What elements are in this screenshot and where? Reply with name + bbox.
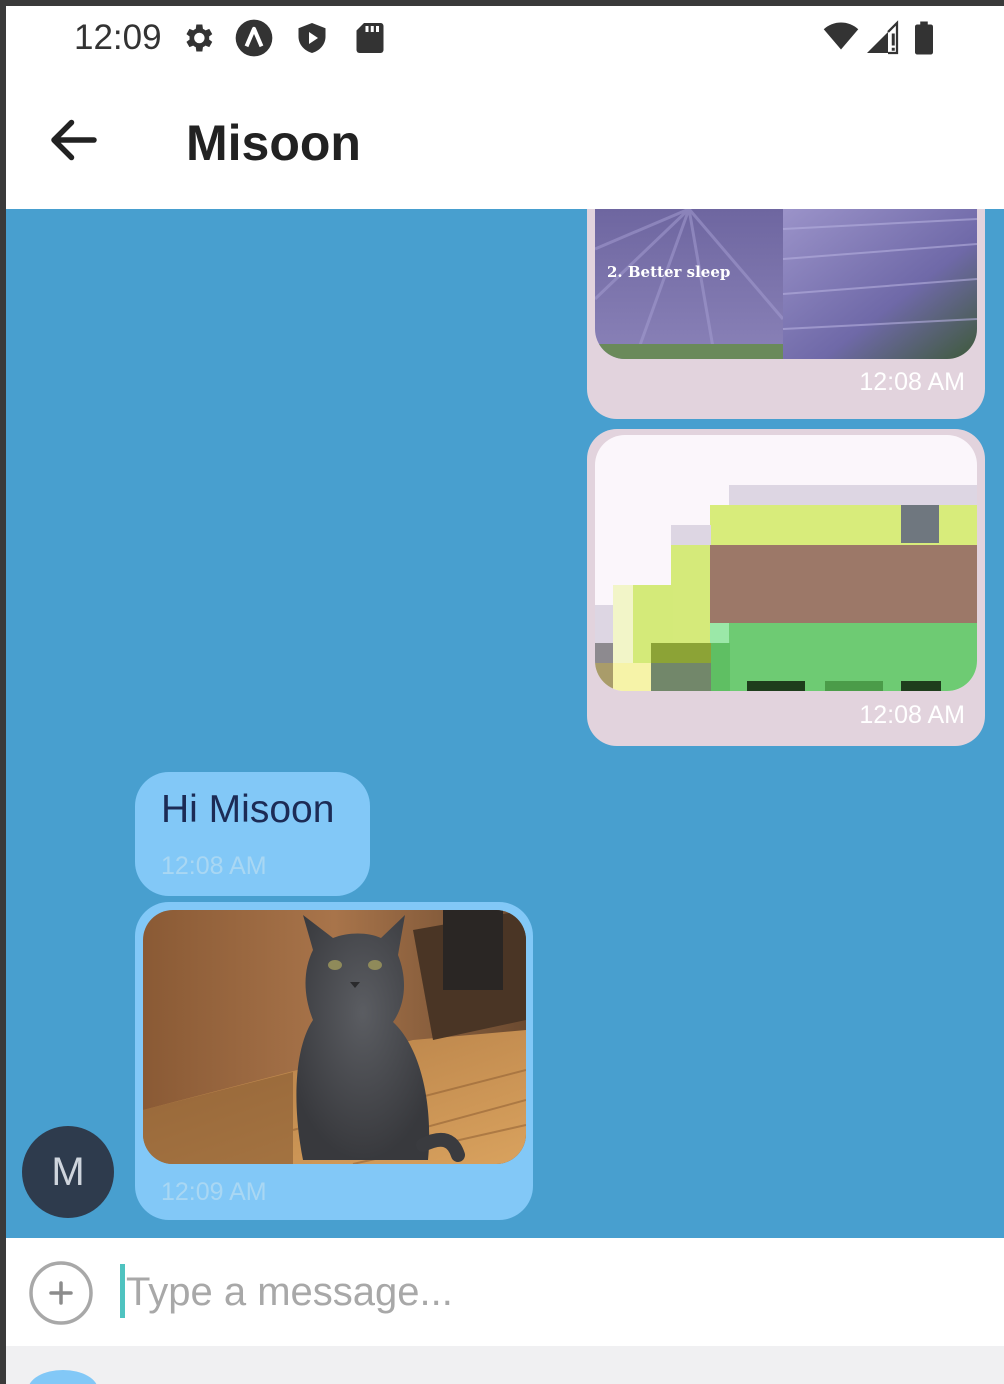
contact-avatar[interactable]: M — [22, 1126, 114, 1218]
message-composer — [6, 1238, 1004, 1346]
message-text: Hi Misoon — [161, 788, 335, 831]
app-a-icon — [235, 19, 273, 57]
image-caption: 2. Better sleep — [607, 263, 730, 281]
conversation-title: Misoon — [186, 115, 361, 171]
lavender-image[interactable]: 2. Better sleep — [595, 209, 977, 359]
chat-area[interactable]: 2. Better sleep 12:08 AM 12:08 AM Hi Mis… — [6, 209, 1004, 1238]
settings-icon — [186, 24, 213, 52]
message-input[interactable] — [120, 1260, 980, 1324]
pixel-art-image[interactable] — [595, 435, 977, 691]
message-time: 12:08 AM — [859, 368, 965, 396]
app-bar: Misoon — [6, 72, 1004, 209]
outgoing-image-message[interactable]: 12:08 AM — [587, 429, 985, 746]
battery-icon — [915, 21, 933, 55]
incoming-text-message[interactable]: Hi Misoon 12:08 AM — [135, 772, 370, 896]
back-arrow-icon[interactable] — [44, 110, 104, 170]
status-time: 12:09 — [74, 18, 162, 57]
toolbar-button[interactable] — [28, 1370, 98, 1384]
wifi-icon — [823, 22, 859, 50]
pixel-art-graphic — [595, 435, 977, 691]
message-time: 12:08 AM — [859, 701, 965, 729]
phone-screen: 12:09 Misoon 2. Better sleep 12:08 AM 12… — [6, 6, 1004, 1384]
cat-image[interactable] — [143, 910, 526, 1164]
message-time: 12:08 AM — [161, 852, 267, 880]
cat-photo — [143, 910, 526, 1164]
message-time: 12:09 AM — [161, 1178, 267, 1206]
shield-play-icon — [298, 23, 326, 53]
incoming-image-message[interactable]: 12:09 AM — [135, 902, 533, 1220]
plus-circle-icon[interactable] — [28, 1260, 94, 1326]
outgoing-image-message[interactable]: 2. Better sleep 12:08 AM — [587, 209, 985, 419]
cell-signal-icon — [867, 20, 899, 55]
status-bar: 12:09 — [6, 6, 1004, 72]
sd-card-icon — [356, 23, 384, 53]
lavender-photo: 2. Better sleep — [595, 209, 977, 359]
bottom-toolbar — [6, 1346, 1004, 1384]
